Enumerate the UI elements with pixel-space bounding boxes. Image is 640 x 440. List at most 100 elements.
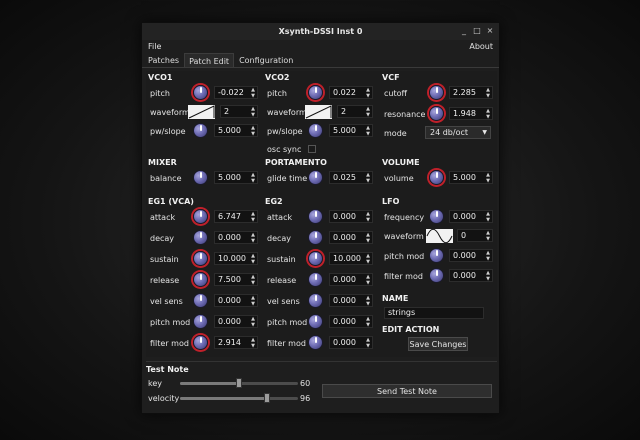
eg2-pitchmod-knob[interactable] <box>308 314 323 329</box>
mixer-balance-spin[interactable]: 5.000 ▲ ▼ <box>214 171 258 184</box>
eg1-filtermod-label: filter mod <box>150 338 189 348</box>
vco2-pw-knob[interactable] <box>308 123 323 138</box>
vco1-waveform-spin[interactable]: 2 ▲ ▼ <box>220 105 258 118</box>
vco2-waveform-spin[interactable]: 2 ▲ ▼ <box>337 105 373 118</box>
vcf-resonance-knob[interactable] <box>429 106 444 121</box>
osc-sync-checkbox[interactable] <box>308 145 316 153</box>
eg1-release-knob[interactable] <box>193 272 208 287</box>
vco1-pitch-spin[interactable]: -0.022 ▲ ▼ <box>214 86 258 99</box>
eg1-pitchmod-spin[interactable]: 0.000 ▲ ▼ <box>214 315 258 328</box>
eg1-decay-knob[interactable] <box>193 230 208 245</box>
minimize-icon[interactable]: _ <box>460 26 468 35</box>
mixer-balance-knob[interactable] <box>193 170 208 185</box>
lfo-filtermod-knob[interactable] <box>429 268 444 283</box>
tab-patches[interactable]: Patches <box>144 53 183 67</box>
portamento-glide-knob[interactable] <box>308 170 323 185</box>
sine-wave-icon <box>426 228 453 244</box>
vco1-pitch-value: -0.022 <box>218 88 244 97</box>
lfo-pitchmod-spin[interactable]: 0.000 ▲ ▼ <box>449 249 493 262</box>
patch-name-field[interactable]: strings <box>384 307 484 319</box>
spin-arrows-icon: ▲ ▼ <box>251 106 255 118</box>
eg2-decay-spin[interactable]: 0.000 ▲ ▼ <box>329 231 373 244</box>
vco1-pw-spin[interactable]: 5.000 ▲ ▼ <box>214 124 258 137</box>
vcf-cutoff-knob[interactable] <box>429 85 444 100</box>
vco2-pitch-spin[interactable]: 0.022 ▲ ▼ <box>329 86 373 99</box>
vco2-pw-spin[interactable]: 5.000 ▲ ▼ <box>329 124 373 137</box>
eg1-pitchmod-row: pitch mod 0.000 ▲ ▼ <box>148 313 260 331</box>
eg2-release-spin[interactable]: 0.000 ▲ ▼ <box>329 273 373 286</box>
titlebar[interactable]: Xsynth-DSSI Inst 0 _ □ × <box>142 23 499 40</box>
vcf-cutoff-spin[interactable]: 2.285 ▲ ▼ <box>449 86 493 99</box>
spin-arrows-icon: ▲ ▼ <box>366 232 370 244</box>
vco2-sync-label: osc sync <box>267 144 302 154</box>
volume-spin[interactable]: 5.000 ▲ ▼ <box>449 171 493 184</box>
vco1-section: VCO1 pitch -0.022 ▲ ▼ waveform 2 ▲ ▼ pw/slop… <box>148 73 260 151</box>
volume-knob[interactable] <box>429 170 444 185</box>
lfo-frequency-knob[interactable] <box>429 209 444 224</box>
eg1-attack-knob[interactable] <box>193 209 208 224</box>
eg2-attack-knob[interactable] <box>308 209 323 224</box>
lfo-filtermod-spin[interactable]: 0.000 ▲ ▼ <box>449 269 493 282</box>
vco2-waveform-value: 2 <box>341 107 347 116</box>
spin-arrows-icon: ▲ ▼ <box>251 337 255 349</box>
eg1-attack-spin[interactable]: 6.747 ▲ ▼ <box>214 210 258 223</box>
vco2-pitch-knob[interactable] <box>308 85 323 100</box>
spin-arrows-icon: ▲ ▼ <box>366 172 370 184</box>
portamento-glide-label: glide time <box>267 173 308 183</box>
maximize-icon[interactable]: □ <box>473 26 481 35</box>
eg1-pitchmod-knob[interactable] <box>193 314 208 329</box>
lfo-pitchmod-knob[interactable] <box>429 248 444 263</box>
eg2-filtermod-knob[interactable] <box>308 335 323 350</box>
vcf-cutoff-row: cutoff 2.285 ▲ ▼ <box>382 84 495 102</box>
lfo-frequency-spin[interactable]: 0.000 ▲ ▼ <box>449 210 493 223</box>
eg2-velsens-knob[interactable] <box>308 293 323 308</box>
menu-file[interactable]: File <box>148 42 161 51</box>
vcf-mode-row: mode 24 db/oct ▼ <box>382 124 495 142</box>
eg1-decay-label: decay <box>150 233 175 243</box>
vcf-resonance-spin[interactable]: 1.948 ▲ ▼ <box>449 107 493 120</box>
eg2-filtermod-spin[interactable]: 0.000 ▲ ▼ <box>329 336 373 349</box>
send-test-note-button[interactable]: Send Test Note <box>322 384 492 398</box>
eg1-sustain-spin[interactable]: 10.000 ▲ ▼ <box>214 252 258 265</box>
eg1-filtermod-spin[interactable]: 2.914 ▲ ▼ <box>214 336 258 349</box>
eg1-decay-value: 0.000 <box>218 233 241 242</box>
vco1-pw-knob[interactable] <box>193 123 208 138</box>
eg1-pitchmod-value: 0.000 <box>218 317 241 326</box>
eg1-release-spin[interactable]: 7.500 ▲ ▼ <box>214 273 258 286</box>
eg2-filtermod-label: filter mod <box>267 338 306 348</box>
eg1-decay-spin[interactable]: 0.000 ▲ ▼ <box>214 231 258 244</box>
close-icon[interactable]: × <box>486 26 494 35</box>
eg1-decay-row: decay 0.000 ▲ ▼ <box>148 229 260 247</box>
eg2-attack-spin[interactable]: 0.000 ▲ ▼ <box>329 210 373 223</box>
spin-arrows-icon: ▲ ▼ <box>486 270 490 282</box>
eg2-sustain-knob[interactable] <box>308 251 323 266</box>
eg2-decay-knob[interactable] <box>308 230 323 245</box>
vcf-mode-select[interactable]: 24 db/oct ▼ <box>425 126 491 139</box>
vco1-pw-label: pw/slope <box>150 126 186 136</box>
save-changes-button[interactable]: Save Changes <box>408 337 468 351</box>
eg1-velsens-spin[interactable]: 0.000 ▲ ▼ <box>214 294 258 307</box>
vcf-resonance-value: 1.948 <box>453 109 476 118</box>
eg2-velsens-spin[interactable]: 0.000 ▲ ▼ <box>329 294 373 307</box>
eg1-velsens-knob[interactable] <box>193 293 208 308</box>
eg1-sustain-knob[interactable] <box>193 251 208 266</box>
spin-arrows-icon: ▲ ▼ <box>366 295 370 307</box>
eg1-filtermod-knob[interactable] <box>193 335 208 350</box>
eg2-sustain-spin[interactable]: 10.000 ▲ ▼ <box>329 252 373 265</box>
vco1-pitch-knob[interactable] <box>193 85 208 100</box>
velocity-slider-handle[interactable] <box>264 393 270 403</box>
key-slider-handle[interactable] <box>236 378 242 388</box>
vco2-pw-label: pw/slope <box>267 126 303 136</box>
eg2-pitchmod-spin[interactable]: 0.000 ▲ ▼ <box>329 315 373 328</box>
spin-arrows-icon: ▲ ▼ <box>486 211 490 223</box>
lfo-waveform-spin[interactable]: 0 ▲ ▼ <box>457 229 493 242</box>
eg2-release-knob[interactable] <box>308 272 323 287</box>
lfo-frequency-value: 0.000 <box>453 212 476 221</box>
tab-patch-edit[interactable]: Patch Edit <box>184 53 235 67</box>
menu-about[interactable]: About <box>469 42 493 51</box>
vcf-cutoff-label: cutoff <box>384 88 408 98</box>
mixer-balance-row: balance 5.000 ▲ ▼ <box>148 169 260 187</box>
eg1-attack-value: 6.747 <box>218 212 241 221</box>
portamento-glide-spin[interactable]: 0.025 ▲ ▼ <box>329 171 373 184</box>
tab-configuration[interactable]: Configuration <box>235 53 297 67</box>
